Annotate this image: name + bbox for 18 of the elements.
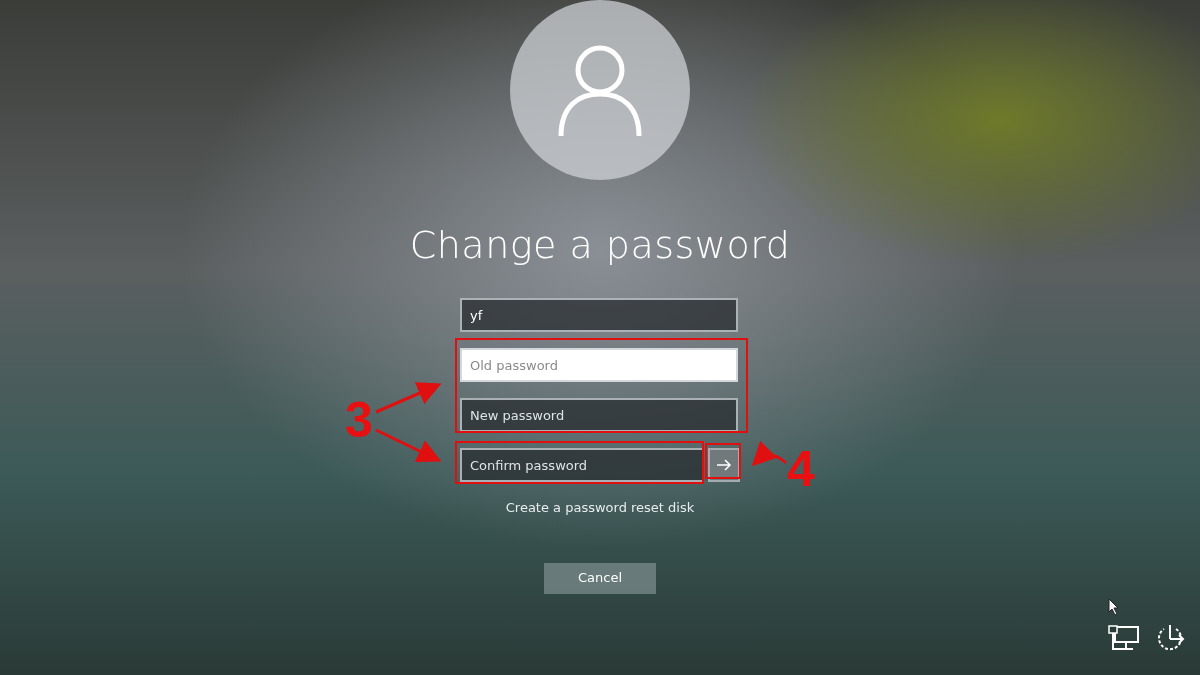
annotation-number: 4	[787, 444, 815, 494]
power-icon[interactable]	[1156, 623, 1186, 651]
text-field[interactable]: yf	[460, 298, 738, 332]
annotation-number: 3	[345, 395, 373, 445]
right-arrow-icon	[716, 458, 732, 472]
mouse-pointer-icon	[1108, 598, 1120, 616]
page-title: Change a password	[409, 226, 791, 264]
text-field[interactable]: Confirm password	[460, 448, 704, 482]
text-field[interactable]: Old password	[460, 348, 738, 382]
annotation-arrow	[375, 428, 442, 462]
text-field[interactable]: New password	[460, 398, 738, 432]
cancel-button[interactable]: Cancel	[544, 562, 656, 594]
network-icon[interactable]	[1108, 625, 1140, 651]
reset-disk-link[interactable]: Create a password reset disk	[505, 498, 695, 518]
submit-button[interactable]	[708, 448, 740, 482]
annotation-arrow	[375, 382, 442, 414]
person-silhouette-icon	[557, 44, 643, 136]
annotation-arrow	[751, 441, 787, 467]
